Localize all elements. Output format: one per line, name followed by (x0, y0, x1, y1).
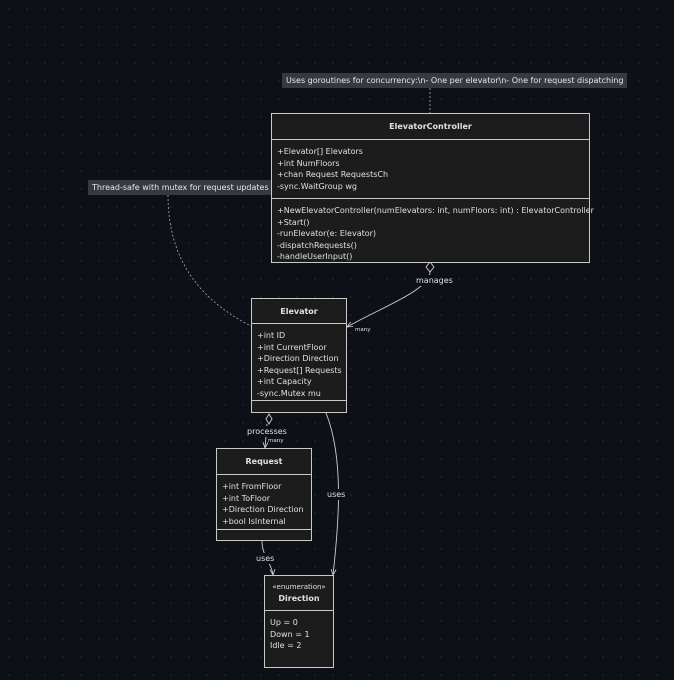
enum-value: Idle = 2 (270, 641, 302, 650)
manages-multiplicity: many (355, 327, 371, 333)
method: +Start() (277, 217, 310, 227)
attribute: +int FromFloor (222, 482, 282, 491)
stereotype: «enumeration» (272, 583, 326, 591)
class-header: ElevatorController (272, 114, 589, 140)
class-request[interactable]: Request +int FromFloor +int ToFloor +Dir… (216, 448, 312, 541)
attributes-section: +Elevator[] Elevators +int NumFloors +ch… (272, 140, 589, 199)
processes-diamond (265, 413, 273, 425)
class-name: Direction (278, 594, 320, 603)
method: -handleUserInput() (277, 252, 353, 261)
class-elevator-controller[interactable]: ElevatorController +Elevator[] Elevators… (271, 113, 594, 263)
attribute: -sync.WaitGroup wg (277, 181, 357, 191)
processes-label: processes (245, 426, 289, 437)
note-concurrency: Uses goroutines for concurrency:\n- One … (282, 73, 628, 88)
manages-diamond (425, 261, 435, 273)
values-section: Up = 0 Down = 1 Idle = 2 (265, 611, 333, 667)
attribute: +chan Request RequestsCh (277, 170, 389, 179)
methods-section (252, 401, 346, 412)
attribute: +int CurrentFloor (257, 342, 327, 352)
attribute: +Request[] Requests (257, 365, 342, 375)
attributes-section: +int ID +int CurrentFloor +Direction Dir… (252, 324, 346, 401)
elevator-uses-label: uses (325, 489, 348, 500)
manages-label: manages (414, 275, 455, 286)
enum-value: Down = 1 (270, 629, 310, 639)
attribute: +int ToFloor (222, 493, 270, 503)
note-connector-mutex (167, 194, 252, 327)
processes-multiplicity: many (268, 438, 284, 444)
class-name: Request (245, 457, 283, 466)
class-name: ElevatorController (389, 122, 472, 131)
attribute: +Direction Direction (222, 505, 304, 514)
attribute: +int NumFloors (277, 158, 340, 168)
attribute: -sync.Mutex mu (257, 388, 321, 398)
class-header: Elevator (252, 299, 346, 324)
attribute: +int ID (257, 331, 286, 340)
methods-section (217, 530, 311, 540)
enum-value: Up = 0 (270, 618, 298, 627)
class-header: «enumeration» Direction (265, 576, 333, 611)
method: -runElevator(e: Elevator) (277, 229, 377, 238)
request-uses-label: uses (254, 553, 277, 564)
methods-section: +NewElevatorController(numElevators: int… (272, 199, 594, 262)
class-elevator[interactable]: Elevator +int ID +int CurrentFloor +Dire… (251, 298, 347, 413)
class-name: Elevator (280, 306, 318, 316)
note-mutex: Thread-safe with mutex for request updat… (88, 180, 273, 195)
attribute: +Direction Direction (257, 354, 339, 363)
method: -dispatchRequests() (277, 240, 357, 250)
attribute: +Elevator[] Elevators (277, 147, 363, 156)
attribute: +int Capacity (257, 377, 312, 386)
attributes-section: +int FromFloor +int ToFloor +Direction D… (217, 475, 311, 530)
method: +NewElevatorController(numElevators: int… (277, 206, 594, 215)
class-header: Request (217, 449, 311, 475)
attribute: +bool IsInternal (222, 516, 286, 526)
enum-direction[interactable]: «enumeration» Direction Up = 0 Down = 1 … (264, 575, 334, 668)
